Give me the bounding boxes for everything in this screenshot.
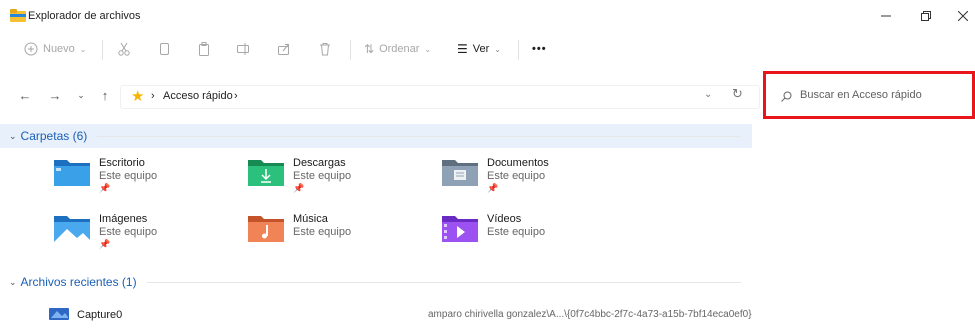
breadcrumb-separator: › — [234, 90, 238, 102]
folder-name: Escritorio — [99, 157, 145, 169]
downloads-folder-icon — [248, 160, 284, 186]
pin-icon: 📌 — [99, 239, 111, 249]
music-folder-icon — [248, 216, 284, 242]
minimize-icon — [881, 15, 891, 17]
videos-folder-icon — [442, 216, 478, 242]
chevron-down-icon: ⌄ — [9, 130, 17, 141]
title-bar: Explorador de archivos — [0, 0, 975, 32]
folder-tile-videos[interactable]: Vídeos Este equipo — [441, 213, 621, 259]
image-file-icon — [49, 308, 69, 320]
sort-button[interactable]: ⇅ Ordenar ⌄ — [364, 33, 431, 65]
desktop-folder-icon — [54, 160, 90, 186]
sort-label: Ordenar — [379, 43, 420, 55]
close-button[interactable] — [946, 4, 975, 28]
chevron-down-icon: ⌄ — [79, 44, 87, 54]
folder-name: Vídeos — [487, 213, 522, 225]
command-bar: Nuevo ⌄ ⇅ Ordenar ⌄ ☰ Ver ⌄ ••• — [0, 33, 975, 67]
copy-button[interactable] — [157, 33, 171, 65]
chevron-down-icon: ⌄ — [424, 44, 432, 54]
trash-icon — [320, 43, 330, 56]
new-button[interactable]: Nuevo ⌄ — [24, 33, 87, 65]
view-label: Ver — [472, 43, 490, 55]
window-title: Explorador de archivos — [28, 10, 141, 22]
pin-icon: 📌 — [293, 183, 305, 193]
separator — [518, 40, 519, 60]
folder-tile-descargas[interactable]: Descargas Este equipo 📌 — [247, 157, 427, 203]
restore-button[interactable] — [909, 4, 943, 28]
cut-button[interactable] — [117, 33, 131, 65]
recent-locations-button[interactable]: ⌄ — [72, 86, 90, 104]
back-button[interactable]: ← — [16, 86, 34, 104]
group-header-folders[interactable]: ⌄ Carpetas (6) — [9, 126, 742, 146]
minimize-button[interactable] — [869, 4, 903, 28]
pictures-folder-icon — [54, 216, 90, 242]
folder-name: Descargas — [293, 157, 346, 169]
folder-location: Este equipo — [99, 170, 158, 182]
chevron-down-icon: ⌄ — [9, 276, 17, 287]
folder-name: Imágenes — [99, 213, 148, 225]
folder-name: Música — [293, 213, 328, 225]
up-button[interactable]: ↑ — [96, 86, 114, 104]
folder-tile-escritorio[interactable]: Escritorio Este equipo 📌 — [53, 157, 233, 203]
more-options-button[interactable]: ••• — [532, 33, 547, 65]
new-label: Nuevo — [43, 43, 75, 55]
arrow-up-icon: ↑ — [101, 87, 109, 103]
copy-icon — [160, 43, 169, 55]
chevron-down-icon: ⌄ — [494, 44, 501, 54]
search-input[interactable]: Buscar en Acceso rápido — [800, 89, 922, 101]
folder-location: Este equipo — [487, 226, 546, 238]
sort-icon: ⇅ — [364, 42, 375, 56]
paste-icon — [199, 42, 209, 56]
recent-file-path: amparo chirivella gonzalez\A...\{0f7c4bb… — [428, 309, 752, 320]
arrow-right-icon: → — [48, 87, 62, 103]
delete-button[interactable] — [318, 33, 332, 65]
folder-location: Este equipo — [293, 226, 352, 238]
search-icon — [781, 91, 792, 102]
pin-icon: 📌 — [487, 183, 499, 193]
scissors-icon — [118, 42, 130, 56]
rename-icon — [237, 43, 249, 55]
share-icon — [278, 44, 289, 55]
address-dropdown-icon[interactable]: ⌄ — [704, 89, 712, 100]
star-icon: ★ — [131, 88, 145, 105]
group-title: Carpetas (6) — [20, 129, 88, 143]
view-icon: ☰ — [457, 42, 468, 56]
separator — [102, 40, 103, 60]
separator — [350, 40, 351, 60]
folder-name: Documentos — [487, 157, 549, 169]
forward-button[interactable]: → — [46, 86, 64, 104]
pin-icon: 📌 — [99, 183, 111, 193]
folder-location: Este equipo — [99, 226, 158, 238]
file-explorer-icon — [10, 9, 26, 22]
group-header-recent[interactable]: ⌄ Archivos recientes (1) — [9, 272, 741, 292]
chevron-down-icon: ⌄ — [77, 89, 85, 100]
rename-button[interactable] — [237, 33, 251, 65]
recent-file-name: Capture0 — [77, 309, 123, 321]
folder-tile-imagenes[interactable]: Imágenes Este equipo 📌 — [53, 213, 233, 259]
folder-location: Este equipo — [487, 170, 546, 182]
paste-button[interactable] — [197, 33, 211, 65]
divider — [146, 281, 741, 283]
breadcrumb-separator: › — [151, 90, 155, 102]
folder-tile-documentos[interactable]: Documentos Este equipo 📌 — [441, 157, 621, 203]
group-title: Archivos recientes (1) — [20, 275, 137, 289]
arrow-left-icon: ← — [18, 87, 32, 103]
folder-tile-musica[interactable]: Música Este equipo — [247, 213, 427, 259]
breadcrumb-quick-access[interactable]: Acceso rápido — [163, 90, 233, 102]
divider — [97, 135, 742, 137]
view-button[interactable]: ☰ Ver ⌄ — [457, 33, 501, 65]
close-icon — [958, 11, 968, 21]
share-button[interactable] — [277, 33, 291, 65]
refresh-icon[interactable]: ↻ — [732, 86, 743, 102]
folder-location: Este equipo — [293, 170, 352, 182]
restore-icon — [921, 11, 931, 21]
documents-folder-icon — [442, 160, 478, 186]
plus-circle-icon — [24, 42, 38, 56]
